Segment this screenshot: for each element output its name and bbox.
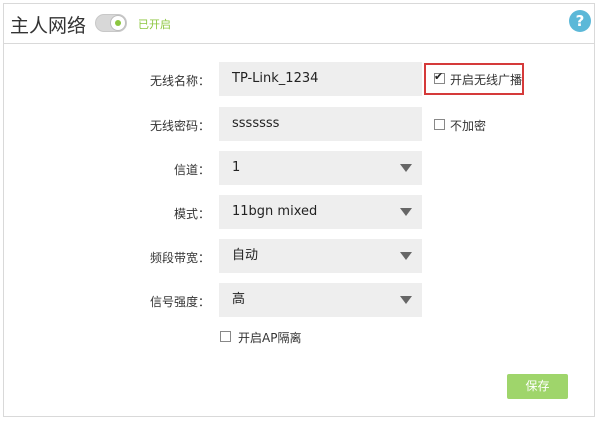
channel-label: 信道：	[173, 163, 210, 177]
no-encrypt-checkbox[interactable]	[434, 119, 445, 130]
mode-value: 11bgn mixed	[232, 204, 318, 219]
bandwidth-label: 频段带宽：	[149, 251, 210, 265]
password-input[interactable]: sssssss	[219, 107, 422, 141]
bandwidth-value: 自动	[232, 248, 259, 263]
channel-value: 1	[232, 160, 241, 175]
network-toggle[interactable]	[95, 14, 127, 32]
chevron-down-icon	[400, 296, 412, 304]
broadcast-checkbox[interactable]	[434, 70, 445, 84]
ssid-label: 无线名称：	[149, 74, 210, 88]
broadcast-label: 开启无线广播	[450, 73, 523, 87]
toggle-knob	[110, 15, 126, 31]
toggle-status-text: 已开启	[138, 18, 171, 31]
signal-select[interactable]: 高	[219, 283, 422, 317]
signal-value: 高	[232, 292, 246, 307]
bandwidth-select[interactable]: 自动	[219, 239, 422, 273]
panel-header: 主人网络 已开启 ?	[4, 4, 594, 44]
help-icon[interactable]: ?	[569, 10, 591, 32]
mode-select[interactable]: 11bgn mixed	[219, 195, 422, 229]
chevron-down-icon	[400, 252, 412, 260]
ap-isolation-checkbox[interactable]	[220, 331, 231, 342]
chevron-down-icon	[400, 164, 412, 172]
ap-isolation-label: 开启AP隔离	[238, 331, 302, 345]
save-button[interactable]: 保存	[507, 374, 568, 399]
page-title: 主人网络	[10, 15, 87, 37]
no-encrypt-label: 不加密	[450, 119, 487, 133]
password-label: 无线密码：	[149, 119, 210, 133]
mode-label: 模式：	[173, 207, 210, 221]
ssid-input[interactable]: TP-Link_1234	[219, 62, 422, 96]
signal-label: 信号强度：	[149, 295, 210, 309]
chevron-down-icon	[400, 208, 412, 216]
channel-select[interactable]: 1	[219, 151, 422, 185]
